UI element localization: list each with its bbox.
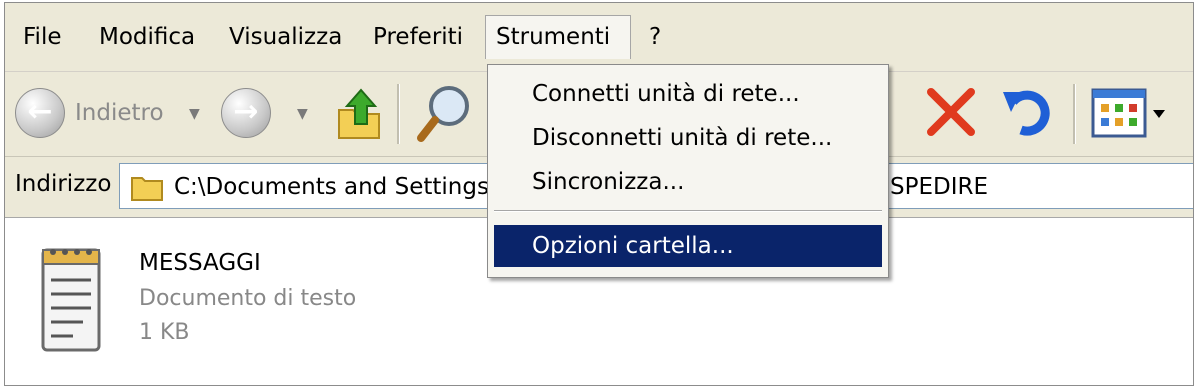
- address-path-end: SPEDIRE: [890, 174, 989, 200]
- file-size: 1 KB: [139, 320, 190, 345]
- menu-bar: File Modifica Visualizza Preferiti Strum…: [5, 3, 1193, 72]
- back-dropdown-icon[interactable]: ▼: [189, 106, 200, 122]
- forward-dropdown-icon[interactable]: ▼: [297, 106, 308, 122]
- file-type: Documento di testo: [139, 286, 357, 311]
- back-button[interactable]: ←: [15, 88, 65, 138]
- menu-item-opzioni-cartella[interactable]: Opzioni cartella...: [494, 225, 882, 267]
- menu-file[interactable]: File: [13, 15, 72, 59]
- forward-arrow-icon: →: [233, 94, 259, 129]
- menu-strumenti[interactable]: Strumenti: [485, 15, 631, 59]
- menu-item-disconnetti[interactable]: Disconnetti unità di rete...: [494, 117, 882, 159]
- toolbar-separator: [397, 84, 400, 144]
- menu-visualizza[interactable]: Visualizza: [219, 15, 352, 59]
- back-arrow-icon: ←: [27, 94, 53, 129]
- search-icon[interactable]: [413, 80, 477, 146]
- delete-x-icon[interactable]: [923, 84, 979, 140]
- menu-item-sincronizza[interactable]: Sincronizza...: [494, 161, 882, 203]
- menu-separator: [494, 210, 882, 212]
- views-icon[interactable]: [1089, 86, 1169, 140]
- menu-preferiti[interactable]: Preferiti: [363, 15, 473, 59]
- text-document-icon: [33, 238, 107, 358]
- back-label: Indietro: [75, 100, 164, 126]
- file-name: MESSAGGI: [139, 250, 261, 276]
- address-label: Indirizzo: [15, 171, 112, 197]
- folder-up-icon[interactable]: [333, 84, 387, 142]
- menu-help[interactable]: ?: [639, 15, 671, 59]
- explorer-window: File Modifica Visualizza Preferiti Strum…: [4, 2, 1194, 386]
- menu-item-connetti[interactable]: Connetti unità di rete...: [494, 73, 882, 115]
- address-path-start: C:\Documents and Settings: [174, 174, 489, 200]
- strumenti-dropdown: Connetti unità di rete... Disconnetti un…: [487, 64, 889, 278]
- undo-icon[interactable]: [999, 82, 1057, 140]
- menu-modifica[interactable]: Modifica: [89, 15, 205, 59]
- forward-button[interactable]: →: [221, 88, 271, 138]
- folder-icon: [130, 172, 164, 202]
- toolbar-separator: [1073, 84, 1076, 144]
